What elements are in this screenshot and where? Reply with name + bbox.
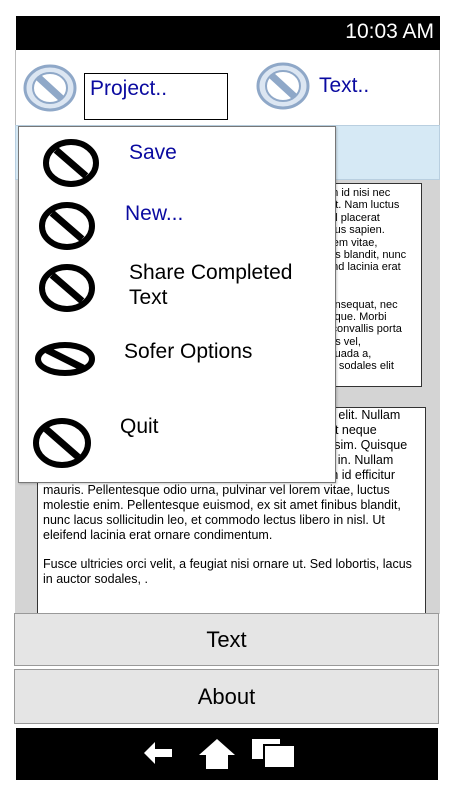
text-line: s convallis porta xyxy=(323,323,402,336)
back-arrow-icon[interactable] xyxy=(142,739,174,767)
text-line: s in. Nullam xyxy=(328,453,394,467)
menu-item-share-label: Share Completed Text xyxy=(129,261,293,309)
app-bar: Project.. Text.. xyxy=(15,50,440,125)
text-line: ssim. Quisque xyxy=(328,438,408,452)
text-line xyxy=(323,286,418,298)
no-entry-icon xyxy=(33,418,91,468)
text-line: am id nisi nec xyxy=(323,187,391,199)
text-box-bottom-paragraph-2: Fusce ultricies orci velit, a feugiat ni… xyxy=(43,557,412,586)
home-icon[interactable] xyxy=(198,738,236,770)
menu-item-new-label: New... xyxy=(125,202,184,225)
menu-item-quit-label: Quit xyxy=(120,415,159,438)
menu-item-save[interactable]: Save xyxy=(19,132,335,192)
text-line: , id placerat xyxy=(323,211,380,224)
navigation-bar xyxy=(16,728,438,780)
text-line: consequat, nec xyxy=(323,298,398,311)
text-line: llis sodales elit xyxy=(323,360,394,373)
disabled-icon xyxy=(256,62,310,110)
text-line: uet. Nam luctus xyxy=(323,199,400,212)
no-entry-icon xyxy=(39,202,95,250)
status-bar: 10:03 AM xyxy=(16,16,440,50)
text-line: at neque xyxy=(328,423,377,437)
text-line: risus sapien. xyxy=(323,224,385,237)
disabled-icon xyxy=(23,64,77,112)
recent-apps-icon[interactable] xyxy=(249,736,297,770)
menu-item-new[interactable]: New... xyxy=(19,193,335,255)
overflow-menu: Save New... Share Completed Text Sofer O… xyxy=(18,126,336,483)
no-entry-icon xyxy=(43,139,99,187)
tab-project[interactable]: Project.. xyxy=(16,50,236,125)
no-entry-icon xyxy=(39,264,95,312)
text-line: esuada a, xyxy=(323,348,372,361)
text-line: fend lacinia erat xyxy=(323,261,401,274)
menu-item-quit[interactable]: Quit xyxy=(19,405,335,480)
text-line: orem vitae, xyxy=(323,236,378,249)
text-line xyxy=(323,274,418,286)
status-time: 10:03 AM xyxy=(345,20,434,43)
tab-text-label: Text.. xyxy=(319,74,370,97)
text-line: g elit. Nullam xyxy=(328,408,401,422)
no-entry-icon xyxy=(35,342,95,376)
text-line: ous blandit, nunc xyxy=(323,248,407,261)
menu-item-save-label: Save xyxy=(129,141,177,164)
menu-item-sofer-options[interactable]: Sofer Options xyxy=(19,327,335,397)
text-button[interactable]: Text xyxy=(14,613,439,666)
tab-text[interactable]: Text.. xyxy=(251,50,441,125)
tab-project-label: Project.. xyxy=(84,73,228,120)
about-button[interactable]: About xyxy=(14,669,439,724)
menu-item-share[interactable]: Share Completed Text xyxy=(19,255,335,325)
menu-item-sofer-options-label: Sofer Options xyxy=(124,340,253,363)
text-line: nus vel, xyxy=(323,335,361,348)
text-line: esque. Morbi xyxy=(323,310,387,323)
